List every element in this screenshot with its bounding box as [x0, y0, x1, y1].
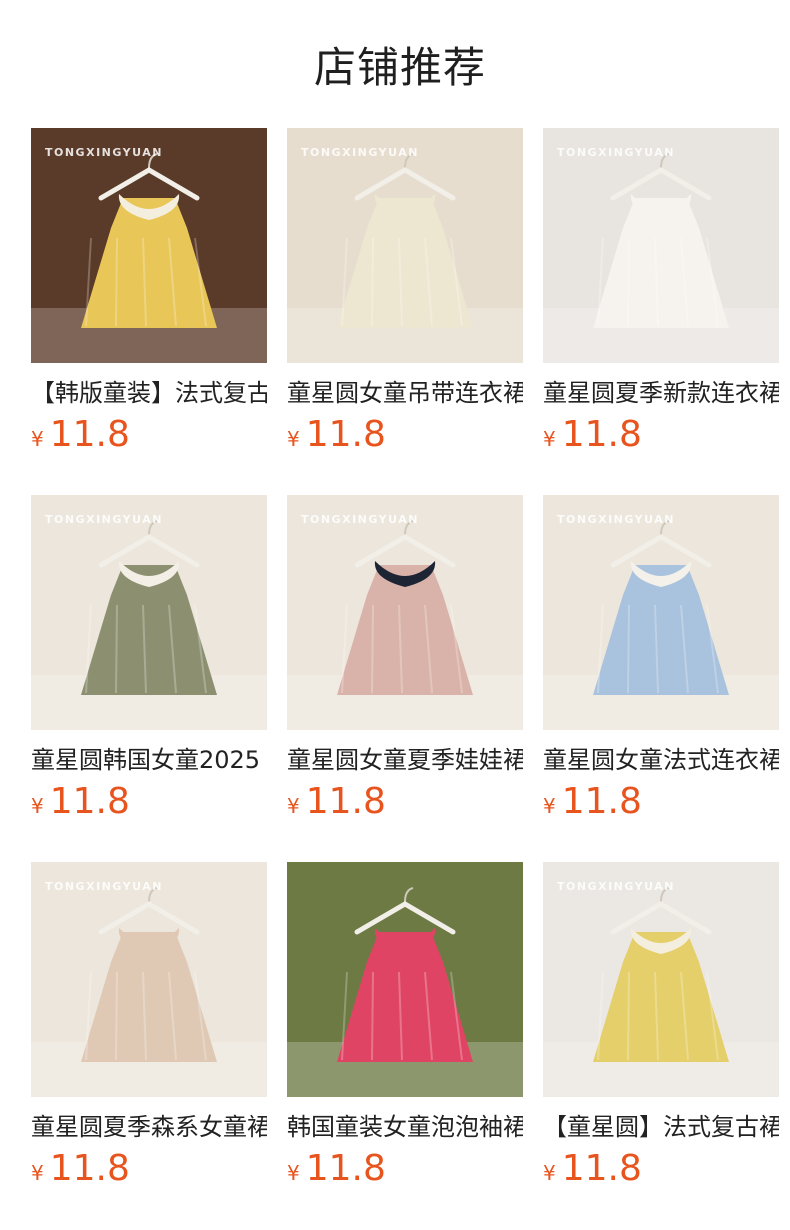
dress-pattern — [115, 237, 118, 327]
photo-watermark: TONGXINGYUAN — [45, 513, 163, 526]
price-value: 11.8 — [49, 1148, 130, 1189]
dress-pattern — [371, 971, 374, 1061]
product-name[interactable]: 童星圆女童法式连衣裙 — [543, 743, 779, 777]
currency-symbol: ¥ — [31, 427, 44, 451]
product-price: ¥ 11.8 — [543, 1148, 779, 1192]
section-header: 店铺推荐 — [0, 0, 790, 128]
dress-pattern — [371, 604, 374, 694]
dress-pattern — [627, 971, 630, 1061]
dress-pattern — [115, 971, 118, 1061]
product-price: ¥ 11.8 — [287, 781, 523, 825]
price-value: 11.8 — [49, 781, 130, 822]
product-price: ¥ 11.8 — [287, 1148, 523, 1192]
product-photo: TONGXINGYUAN — [543, 128, 779, 363]
product-image[interactable]: TONGXINGYUAN — [543, 862, 779, 1097]
product-name[interactable]: 童星圆韩国女童2025 — [31, 743, 267, 777]
product-card[interactable]: TONGXINGYUAN 童星圆女童法式连衣裙 ¥ 11.8 — [543, 495, 779, 862]
product-grid: TONGXINGYUAN 【韩版童装】法式复古 ¥ 11.8 TONGXINGY… — [31, 128, 790, 1229]
product-photo: TONGXINGYUAN — [287, 495, 523, 730]
product-image[interactable]: TONGXINGYUAN — [287, 495, 523, 730]
product-image[interactable]: TONGXINGYUAN — [31, 862, 267, 1097]
product-image[interactable]: TONGXINGYUAN — [31, 495, 267, 730]
price-value: 11.8 — [305, 414, 386, 455]
product-card[interactable]: TONGXINGYUAN 童星圆韩国女童2025 ¥ 11.8 — [31, 495, 267, 862]
product-photo: TONGXINGYUAN — [287, 128, 523, 363]
product-card[interactable]: 韩国童装女童泡泡袖裙 ¥ 11.8 — [287, 862, 523, 1229]
product-price: ¥ 11.8 — [31, 414, 267, 458]
currency-symbol: ¥ — [287, 794, 300, 818]
dress-pattern — [627, 604, 630, 694]
price-value: 11.8 — [305, 781, 386, 822]
dress-pattern — [371, 237, 374, 327]
dress-pattern — [627, 237, 630, 327]
product-name[interactable]: 韩国童装女童泡泡袖裙 — [287, 1110, 523, 1144]
currency-symbol: ¥ — [287, 1161, 300, 1185]
product-image[interactable]: TONGXINGYUAN — [31, 128, 267, 363]
price-value: 11.8 — [305, 1148, 386, 1189]
product-name[interactable]: 童星圆女童夏季娃娃裙 — [287, 743, 523, 777]
product-name[interactable]: 童星圆夏季森系女童裙 — [31, 1110, 267, 1144]
product-card[interactable]: TONGXINGYUAN 【韩版童装】法式复古 ¥ 11.8 — [31, 128, 267, 495]
product-photo: TONGXINGYUAN — [31, 862, 267, 1097]
section-title: 店铺推荐 — [313, 42, 486, 92]
product-card[interactable]: TONGXINGYUAN 童星圆女童夏季娃娃裙 ¥ 11.8 — [287, 495, 523, 862]
product-photo — [287, 862, 523, 1097]
product-card[interactable]: TONGXINGYUAN 童星圆夏季新款连衣裙 ¥ 11.8 — [543, 128, 779, 495]
product-image[interactable] — [287, 862, 523, 1097]
product-name[interactable]: 童星圆女童吊带连衣裙 — [287, 376, 523, 410]
photo-watermark: TONGXINGYUAN — [557, 146, 675, 159]
product-price: ¥ 11.8 — [31, 1148, 267, 1192]
currency-symbol: ¥ — [543, 427, 556, 451]
photo-watermark: TONGXINGYUAN — [557, 513, 675, 526]
product-price: ¥ 11.8 — [543, 781, 779, 825]
photo-watermark: TONGXINGYUAN — [557, 880, 675, 893]
product-image[interactable]: TONGXINGYUAN — [287, 128, 523, 363]
product-photo: TONGXINGYUAN — [31, 495, 267, 730]
product-photo: TONGXINGYUAN — [543, 495, 779, 730]
price-value: 11.8 — [49, 414, 130, 455]
photo-watermark: TONGXINGYUAN — [45, 880, 163, 893]
product-price: ¥ 11.8 — [31, 781, 267, 825]
product-price: ¥ 11.8 — [543, 414, 779, 458]
price-value: 11.8 — [561, 781, 642, 822]
product-card[interactable]: TONGXINGYUAN 童星圆女童吊带连衣裙 ¥ 11.8 — [287, 128, 523, 495]
product-photo: TONGXINGYUAN — [31, 128, 267, 363]
product-card[interactable]: TONGXINGYUAN 童星圆夏季森系女童裙 ¥ 11.8 — [31, 862, 267, 1229]
currency-symbol: ¥ — [543, 794, 556, 818]
product-card[interactable]: TONGXINGYUAN 【童星圆】法式复古裙 ¥ 11.8 — [543, 862, 779, 1229]
product-name[interactable]: 童星圆夏季新款连衣裙 — [543, 376, 779, 410]
product-name[interactable]: 【韩版童装】法式复古 — [31, 376, 267, 410]
currency-symbol: ¥ — [31, 1161, 44, 1185]
product-price: ¥ 11.8 — [287, 414, 523, 458]
price-value: 11.8 — [561, 1148, 642, 1189]
product-photo: TONGXINGYUAN — [543, 862, 779, 1097]
currency-symbol: ¥ — [287, 427, 300, 451]
product-name[interactable]: 【童星圆】法式复古裙 — [543, 1110, 779, 1144]
product-image[interactable]: TONGXINGYUAN — [543, 495, 779, 730]
price-value: 11.8 — [561, 414, 642, 455]
currency-symbol: ¥ — [543, 1161, 556, 1185]
product-image[interactable]: TONGXINGYUAN — [543, 128, 779, 363]
photo-watermark: TONGXINGYUAN — [45, 146, 163, 159]
photo-watermark: TONGXINGYUAN — [301, 513, 419, 526]
currency-symbol: ¥ — [31, 794, 44, 818]
dress-pattern — [115, 604, 118, 694]
photo-watermark: TONGXINGYUAN — [301, 146, 419, 159]
